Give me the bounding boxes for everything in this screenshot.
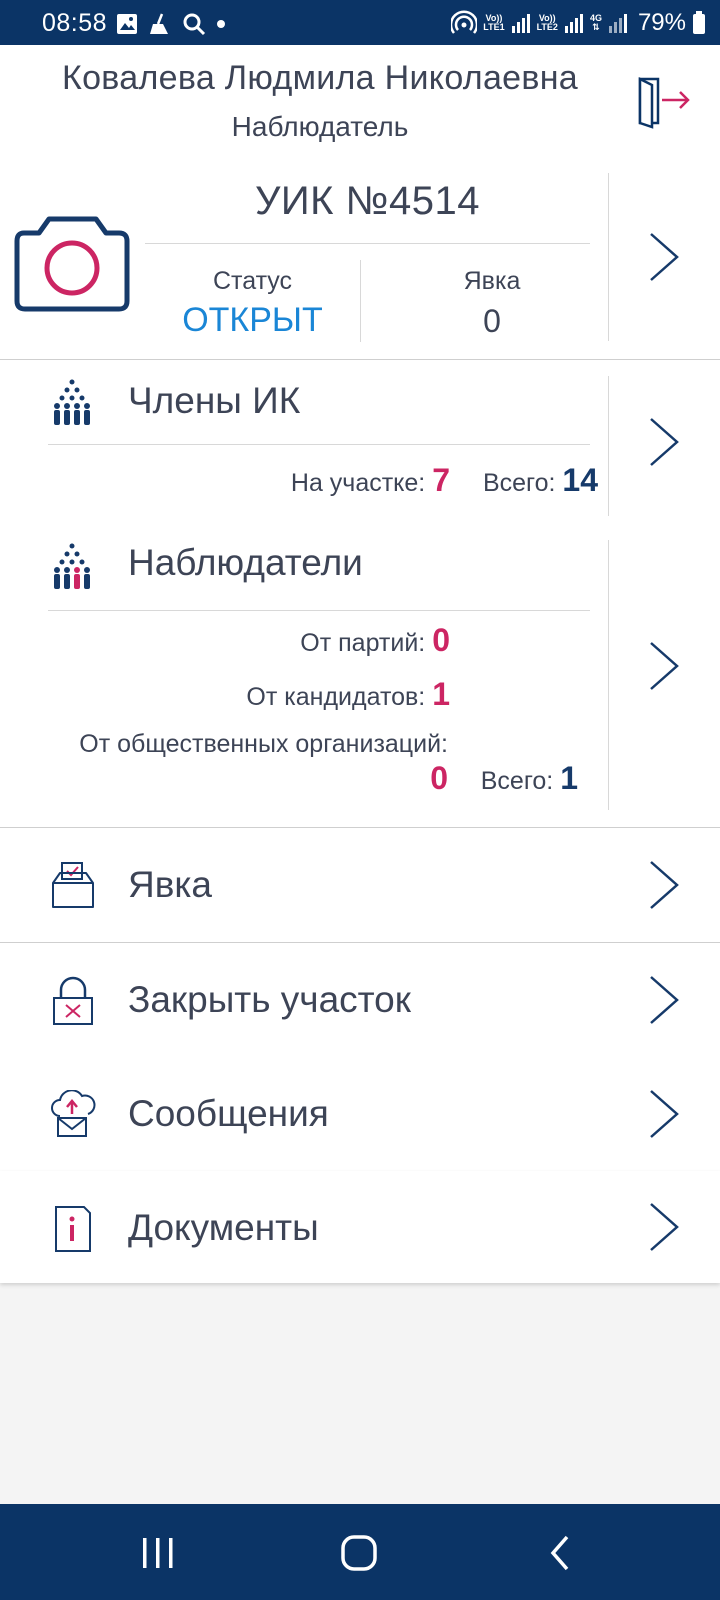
menu-item-documents[interactable]: Документы (0, 1171, 720, 1283)
commission-members-panel[interactable]: Члены ИК На участке: 7 Всего: 14 (0, 360, 720, 525)
user-role: Наблюдатель (231, 111, 409, 142)
logout-icon[interactable] (636, 73, 692, 129)
observers-public-orgs-value: 0 (430, 760, 448, 796)
sim2-label: Vo)) LTE2 (536, 13, 558, 32)
home-icon[interactable] (340, 1534, 378, 1572)
menu-label: Документы (128, 1207, 319, 1248)
chevron-right-icon[interactable] (648, 859, 680, 911)
chevron-right-icon[interactable] (648, 231, 680, 283)
cloud-mail-icon (51, 1090, 96, 1137)
battery-percent: 79% (637, 9, 686, 36)
divider (360, 260, 361, 342)
menu-label: Сообщения (128, 1093, 329, 1134)
network-type: 4G ⇅ (589, 13, 602, 32)
chevron-right-icon[interactable] (648, 974, 680, 1026)
status-value: ОТКРЫТ (182, 301, 323, 339)
members-title: Члены ИК (128, 380, 301, 421)
members-total: Всего: 14 (482, 462, 598, 498)
members-on-site: На участке: 7 (290, 462, 450, 498)
padlock-icon (53, 976, 93, 1025)
observers-parties: От партий: 0 (300, 622, 450, 658)
gallery-icon (117, 14, 137, 34)
menu-item-close-precinct[interactable]: Закрыть участок (0, 943, 720, 1058)
menu-label: Явка (128, 864, 212, 905)
broom-icon (150, 13, 168, 34)
app-header: Ковалева Людмила Николаевна Наблюдатель (0, 45, 720, 158)
people-group-icon (54, 379, 90, 425)
status-bar: 08:58 Vo)) LTE1 Vo)) LTE2 4G ⇅ 79% (0, 0, 720, 45)
divider (608, 376, 609, 516)
battery-icon (693, 11, 705, 34)
divider (48, 444, 590, 445)
system-navigation-bar (0, 1504, 720, 1600)
chevron-right-icon[interactable] (648, 640, 680, 692)
divider (48, 610, 590, 611)
turnout-label: Явка (463, 267, 521, 295)
ballot-box-icon (52, 862, 94, 908)
uik-title: УИК №4514 (255, 179, 480, 223)
chevron-right-icon[interactable] (648, 1088, 680, 1140)
back-icon[interactable] (548, 1534, 572, 1572)
chevron-right-icon[interactable] (648, 416, 680, 468)
observers-total: Всего: 1 (480, 760, 578, 796)
recent-apps-icon[interactable] (140, 1536, 176, 1570)
turnout-value: 0 (483, 303, 501, 339)
camera-icon[interactable] (14, 211, 130, 315)
observers-title: Наблюдатели (128, 542, 363, 583)
observers-candidates: От кандидатов: 1 (246, 676, 450, 712)
observers-group-icon (54, 543, 90, 589)
document-info-icon (55, 1206, 91, 1252)
menu-label: Закрыть участок (128, 979, 411, 1020)
divider (608, 173, 609, 341)
divider (608, 540, 609, 810)
signal-icon (511, 14, 530, 33)
signal-icon (564, 14, 583, 33)
status-notification-icons (116, 11, 226, 37)
divider (145, 243, 590, 244)
chevron-right-icon[interactable] (648, 1201, 680, 1253)
hotspot-icon (451, 10, 478, 34)
uik-panel[interactable]: УИК №4514 Статус ОТКРЫТ Явка 0 (0, 157, 720, 360)
menu-item-messages[interactable]: Сообщения (0, 1057, 720, 1172)
signal-icon (608, 14, 627, 33)
sim1-label: Vo)) LTE1 (483, 13, 505, 32)
dot-icon (217, 20, 225, 28)
status-time: 08:58 (42, 9, 108, 37)
status-system-icons: Vo)) LTE1 Vo)) LTE2 4G ⇅ 79% (451, 8, 706, 38)
observers-public-orgs-label: От общественных организаций: (79, 730, 448, 758)
search-icon (183, 13, 206, 36)
user-name: Ковалева Людмила Николаевна (61, 59, 579, 97)
menu-item-turnout[interactable]: Явка (0, 828, 720, 943)
observers-panel[interactable]: Наблюдатели От партий: 0 От кандидатов: … (0, 524, 720, 828)
status-label: Статус (212, 267, 293, 295)
